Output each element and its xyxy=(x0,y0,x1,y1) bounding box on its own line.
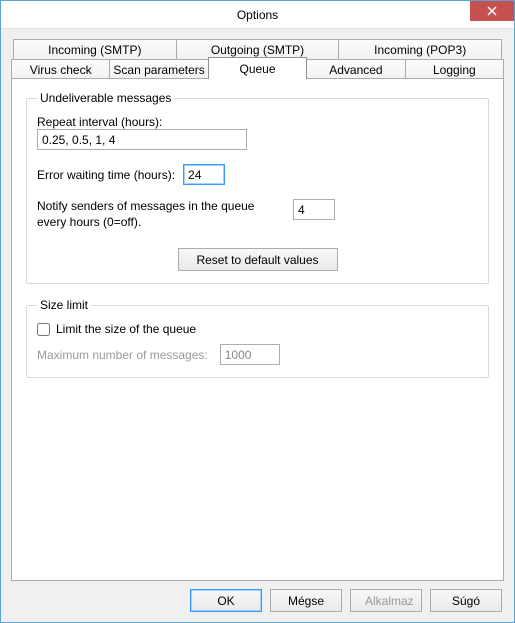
max-messages-label: Maximum number of messages: xyxy=(37,348,208,362)
tab-virus-check[interactable]: Virus check xyxy=(11,59,110,79)
notify-input[interactable] xyxy=(293,199,335,220)
ok-button[interactable]: OK xyxy=(190,589,262,612)
help-button[interactable]: Súgó xyxy=(430,589,502,612)
tab-logging[interactable]: Logging xyxy=(405,59,504,79)
tab-control: Incoming (SMTP) Outgoing (SMTP) Incoming… xyxy=(11,39,504,581)
window-title: Options xyxy=(1,8,514,22)
reset-defaults-button[interactable]: Reset to default values xyxy=(178,248,338,271)
repeat-interval-input[interactable] xyxy=(37,129,247,150)
options-window: Options Incoming (SMTP) Outgoing (SMTP) … xyxy=(0,0,515,623)
error-wait-row: Error waiting time (hours): xyxy=(37,164,478,185)
tab-advanced[interactable]: Advanced xyxy=(306,59,405,79)
close-icon xyxy=(487,6,497,16)
tab-scan-parameters[interactable]: Scan parameters xyxy=(109,59,208,79)
client-area: Incoming (SMTP) Outgoing (SMTP) Incoming… xyxy=(1,29,514,622)
tab-outgoing-smtp[interactable]: Outgoing (SMTP) xyxy=(176,39,340,59)
repeat-interval-row: Repeat interval (hours): xyxy=(37,115,478,150)
tab-incoming-pop3[interactable]: Incoming (POP3) xyxy=(338,39,502,59)
apply-button[interactable]: Alkalmaz xyxy=(350,589,422,612)
tab-strip: Incoming (SMTP) Outgoing (SMTP) Incoming… xyxy=(11,39,504,79)
repeat-interval-label: Repeat interval (hours): xyxy=(37,115,478,129)
notify-label: Notify senders of messages in the queue … xyxy=(37,199,277,230)
tab-row-2: Virus check Scan parameters Queue Advanc… xyxy=(11,59,504,79)
close-button[interactable] xyxy=(470,1,514,21)
tab-incoming-smtp[interactable]: Incoming (SMTP) xyxy=(13,39,177,59)
tab-queue[interactable]: Queue xyxy=(208,57,307,79)
max-messages-input xyxy=(220,344,280,365)
titlebar: Options xyxy=(1,1,514,29)
tab-row-1: Incoming (SMTP) Outgoing (SMTP) Incoming… xyxy=(13,39,502,59)
limit-queue-row: Limit the size of the queue xyxy=(37,322,478,336)
error-wait-label: Error waiting time (hours): xyxy=(37,168,175,182)
max-messages-row: Maximum number of messages: xyxy=(37,344,478,365)
limit-queue-checkbox[interactable] xyxy=(37,323,50,336)
error-wait-input[interactable] xyxy=(183,164,225,185)
reset-row: Reset to default values xyxy=(37,248,478,271)
tab-body-queue: Undeliverable messages Repeat interval (… xyxy=(11,78,504,581)
notify-row: Notify senders of messages in the queue … xyxy=(37,199,478,230)
group-undeliverable-legend: Undeliverable messages xyxy=(37,91,174,105)
group-size-limit: Size limit Limit the size of the queue M… xyxy=(26,298,489,378)
cancel-button[interactable]: Mégse xyxy=(270,589,342,612)
limit-queue-label: Limit the size of the queue xyxy=(56,322,196,336)
dialog-button-bar: OK Mégse Alkalmaz Súgó xyxy=(11,581,504,614)
group-undeliverable: Undeliverable messages Repeat interval (… xyxy=(26,91,489,284)
group-size-limit-legend: Size limit xyxy=(37,298,91,312)
